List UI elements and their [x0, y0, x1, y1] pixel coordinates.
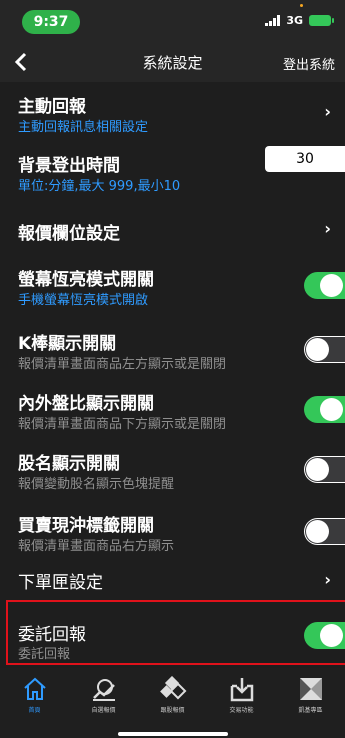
- tab-home[interactable]: 首頁: [0, 676, 69, 714]
- row-title: K棒顯示開關: [18, 334, 117, 354]
- kbar-toggle[interactable]: [304, 336, 345, 363]
- trade-download-icon: [230, 678, 253, 702]
- row-title: 主動回報: [18, 97, 86, 117]
- tab-trade[interactable]: 交易功能: [207, 676, 276, 714]
- kgi-zone-icon: [299, 678, 322, 700]
- setting-row-day-trade-tag: 買賣現沖標籤開關 報價清單畫面商品右方顯示: [0, 506, 345, 562]
- row-title: 買賣現沖標籤開關: [18, 516, 154, 536]
- tab-label: 跟股報價: [160, 707, 185, 714]
- row-title: 報價欄位設定: [18, 224, 120, 244]
- row-title: 螢幕恆亮模式開關: [18, 270, 154, 290]
- watchlist-icon: [92, 679, 115, 701]
- network-type: 3G: [286, 14, 303, 27]
- status-indicators: 3G: [265, 14, 334, 27]
- setting-row-kbar: K棒顯示開關 報價清單畫面商品左方顯示或是關閉: [0, 324, 345, 380]
- battery-icon: [309, 15, 334, 26]
- tab-label: 交易功能: [229, 707, 254, 714]
- row-subtitle: 手機螢幕恆亮模式開啟: [18, 293, 149, 308]
- screen-awake-toggle[interactable]: [304, 272, 345, 299]
- toggle-knob: [320, 274, 343, 297]
- tab-label: 首頁: [28, 707, 41, 714]
- row-title: 內外盤比顯示開關: [18, 394, 154, 414]
- tab-label: 自選報價: [91, 707, 116, 714]
- diamond-grid-icon: [159, 676, 186, 700]
- toggle-knob: [320, 398, 343, 421]
- row-title: 股名顯示開關: [18, 454, 120, 474]
- stock-name-toggle[interactable]: [304, 456, 345, 483]
- home-icon: [23, 677, 46, 700]
- setting-row-bid-ask-ratio: 內外盤比顯示開關 報價清單畫面商品下方顯示或是關閉: [0, 384, 345, 440]
- row-subtitle: 主動回報訊息相關設定: [18, 120, 149, 135]
- chevron-right-icon: ›: [324, 570, 331, 589]
- home-indicator: [118, 732, 228, 736]
- setting-row-quote-fields[interactable]: 報價欄位設定 ›: [0, 208, 345, 252]
- row-subtitle: 單位:分鐘,最大 999,最小10: [18, 179, 181, 194]
- day-trade-tag-toggle[interactable]: [304, 518, 345, 545]
- highlight-box: [6, 600, 345, 665]
- logout-minutes-input[interactable]: [265, 146, 345, 172]
- status-time: 9:37: [22, 10, 80, 34]
- tab-kgi-zone[interactable]: 凱基專區: [276, 676, 345, 714]
- row-subtitle: 報價清單畫面商品左方顯示或是關閉: [18, 357, 227, 372]
- chevron-right-icon: ›: [324, 219, 331, 238]
- toggle-knob: [306, 520, 329, 543]
- row-title: 下單匣設定: [18, 573, 103, 593]
- setting-row-screen-awake: 螢幕恆亮模式開關 手機螢幕恆亮模式開啟: [0, 260, 345, 316]
- orange-dot-icon: [300, 4, 303, 7]
- row-subtitle: 報價清單畫面商品右方顯示: [18, 539, 175, 554]
- chevron-right-icon: ›: [324, 102, 331, 121]
- toggle-knob: [306, 338, 329, 361]
- row-subtitle: 報價清單畫面商品下方顯示或是關閉: [18, 417, 227, 432]
- row-subtitle: 報價變動股名顯示色塊提醒: [18, 477, 175, 492]
- setting-row-active-report[interactable]: 主動回報 主動回報訊息相關設定 ›: [0, 82, 345, 142]
- bottom-tab-bar: 首頁 自選報價 跟股報價 交易功能 凱基專區: [0, 668, 345, 738]
- logout-button[interactable]: 登出系統: [283, 54, 335, 73]
- status-bar: 9:37 3G: [0, 0, 345, 42]
- toggle-knob: [306, 458, 329, 481]
- bid-ask-ratio-toggle[interactable]: [304, 396, 345, 423]
- nav-bar: 系統設定 登出系統: [0, 42, 345, 82]
- tab-watchlist[interactable]: 自選報價: [69, 676, 138, 714]
- tab-label: 凱基專區: [298, 707, 323, 714]
- tab-stock-quote[interactable]: 跟股報價: [138, 676, 207, 714]
- row-title: 背景登出時間: [18, 156, 120, 176]
- setting-row-stock-name: 股名顯示開關 報價變動股名顯示色塊提醒: [0, 444, 345, 500]
- signal-icon: [265, 15, 281, 26]
